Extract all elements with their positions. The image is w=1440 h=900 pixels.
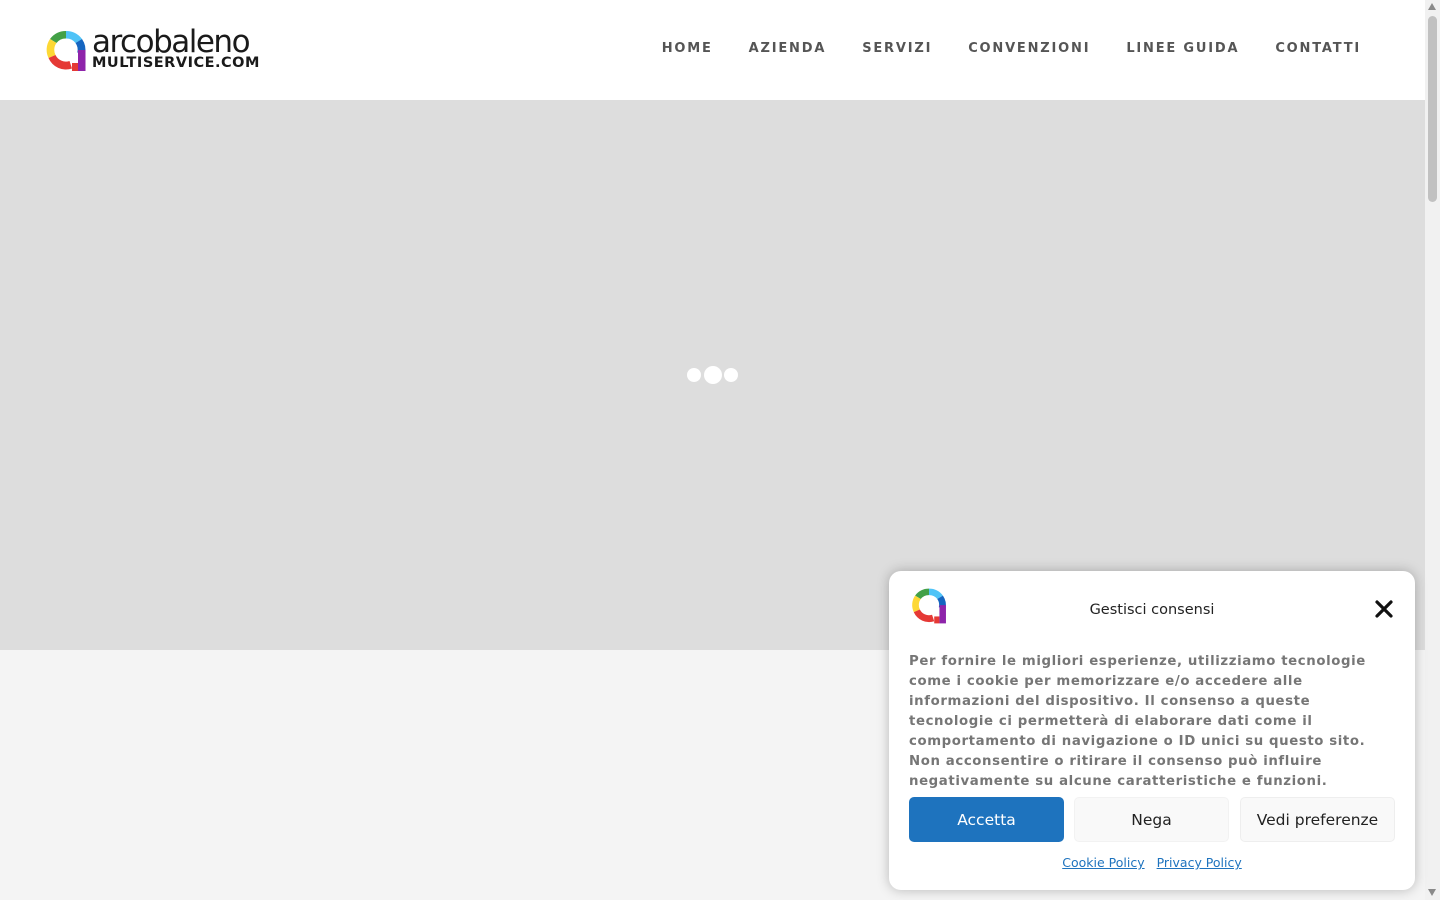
nav-item-linee-guida[interactable]: LINEE GUIDA (1126, 41, 1239, 57)
cookie-dialog-title: Gestisci consensi (1089, 602, 1215, 618)
loading-dots-icon (687, 365, 743, 385)
loader-dot (687, 368, 701, 382)
page-scrollbar[interactable] (1425, 0, 1440, 900)
hero-slider (0, 100, 1425, 650)
nav-item-contatti[interactable]: CONTATTI (1275, 41, 1361, 57)
loader-dot (724, 368, 738, 382)
privacy-policy-link[interactable]: Privacy Policy (1157, 855, 1242, 870)
loader-dot (704, 366, 722, 384)
scroll-up-arrow-icon[interactable] (1428, 3, 1436, 10)
cookie-policy-links: Cookie Policy Privacy Policy (889, 854, 1415, 872)
brand-ring-icon (46, 30, 86, 71)
cookie-dialog-text: Per fornire le migliori esperienze, util… (909, 654, 1366, 789)
scroll-down-arrow-icon[interactable] (1428, 889, 1436, 896)
deny-button[interactable]: Nega (1074, 797, 1229, 842)
brand-domain: MULTISERVICE.COM (92, 55, 260, 71)
cookie-consent-dialog: Gestisci consensi Per fornire le miglior… (889, 571, 1415, 890)
main-nav: HOME AZIENDA SERVIZI CONVENZIONI LINEE G… (662, 41, 1361, 57)
close-icon[interactable] (1375, 600, 1393, 618)
nav-item-servizi[interactable]: SERVIZI (862, 41, 932, 57)
nav-item-azienda[interactable]: AZIENDA (749, 41, 827, 57)
nav-item-home[interactable]: HOME (662, 41, 713, 57)
nav-item-convenzioni[interactable]: CONVENZIONI (968, 41, 1090, 57)
cookie-policy-link[interactable]: Cookie Policy (1062, 855, 1144, 870)
preferences-button[interactable]: Vedi preferenze (1240, 797, 1395, 842)
scroll-thumb[interactable] (1428, 16, 1437, 202)
accept-button[interactable]: Accetta (909, 797, 1064, 842)
site-logo[interactable]: arcobaleno MULTISERVICE.COM (44, 24, 264, 74)
site-header: arcobaleno MULTISERVICE.COM HOME AZIENDA… (0, 0, 1425, 100)
